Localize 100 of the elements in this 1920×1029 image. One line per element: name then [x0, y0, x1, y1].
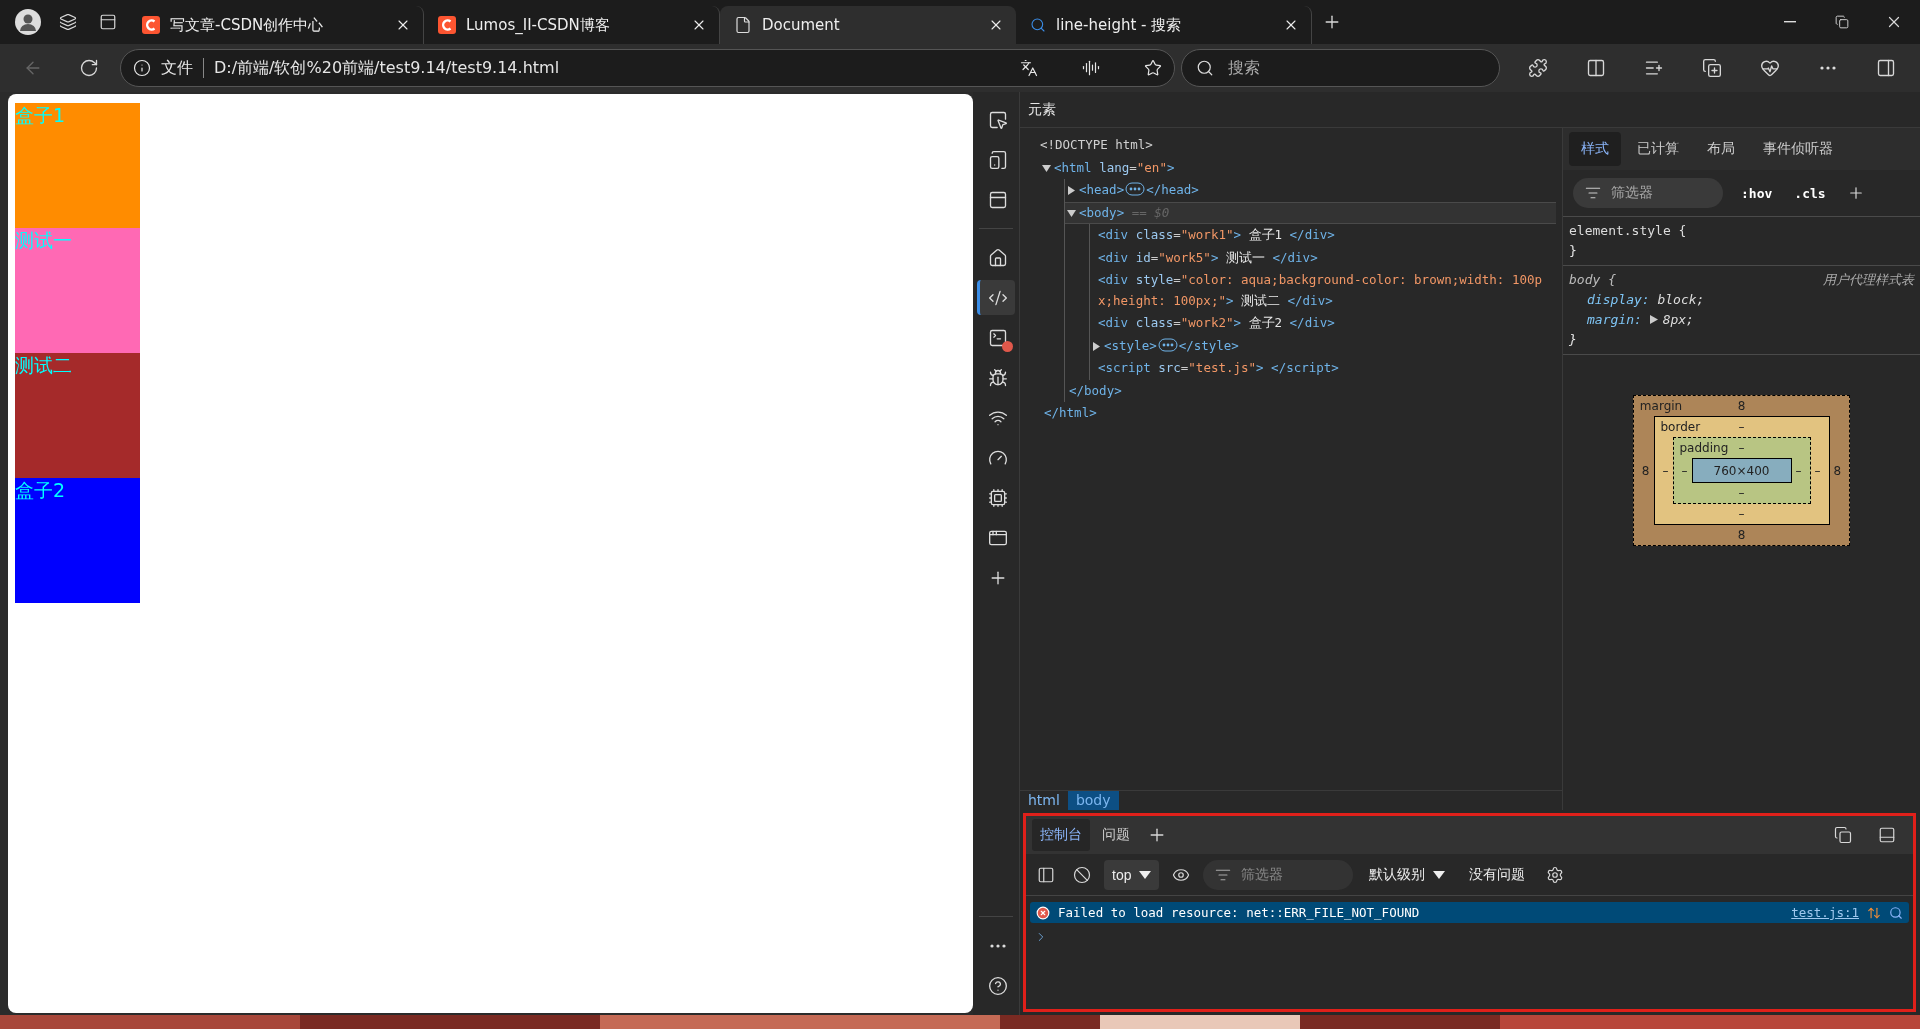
dom-closing-tag[interactable]: </body>	[1065, 379, 1556, 402]
copy-icon	[1834, 826, 1852, 844]
rule-origin: 用户代理样式表	[1823, 271, 1914, 289]
dom-node[interactable]: <div class="work2"> 盒子2 </div>	[1090, 312, 1556, 335]
dom-node[interactable]: <div class="work1"> 盒子1 </div>	[1090, 224, 1556, 247]
arrows-icon[interactable]	[1867, 905, 1881, 920]
clear-icon	[1073, 865, 1091, 884]
context-dropdown[interactable]: top	[1104, 859, 1160, 890]
tab-title: Lumos_II-CSDN博客	[466, 15, 611, 35]
box-model-value: 8	[1736, 398, 1747, 414]
inspect-icon	[987, 109, 1008, 130]
panel-title: 元素	[1028, 100, 1056, 119]
home-icon	[987, 247, 1008, 268]
toggle-button[interactable]: :hov	[1737, 185, 1777, 201]
search-field[interactable]: 搜索	[1180, 49, 1500, 87]
css-value: 8px;	[1649, 312, 1694, 327]
expanded-triangle-icon[interactable]	[1067, 208, 1076, 218]
dom-closing-tag[interactable]: </html>	[1040, 402, 1556, 425]
box-model-label: margin	[1638, 399, 1683, 413]
ellipsis-icon[interactable]	[1157, 337, 1178, 352]
minimize-icon	[1784, 21, 1796, 23]
log-level-dropdown[interactable]: 默认级别	[1361, 859, 1454, 890]
source-link[interactable]: test.js:1	[1791, 905, 1859, 920]
box-model-value: 8	[1640, 462, 1651, 479]
star-icon[interactable]	[1143, 59, 1162, 77]
scheme-label: 文件	[161, 57, 193, 79]
css-value: block;	[1657, 292, 1705, 307]
caret-icon	[1139, 869, 1152, 880]
caret-icon	[1433, 869, 1446, 880]
console-filter-field[interactable]: 筛选器	[1203, 859, 1354, 890]
box-label: 盒子1	[15, 104, 66, 126]
panel-icon	[987, 189, 1008, 210]
panel-bottom-icon	[1878, 826, 1896, 844]
collapsed-triangle-icon[interactable]	[1092, 341, 1101, 351]
box-model-value: 8	[1736, 527, 1747, 543]
box-model-value: –	[1737, 440, 1746, 456]
info-icon	[133, 59, 151, 77]
document-icon	[734, 16, 752, 34]
more-icon	[989, 943, 1006, 948]
dom-node[interactable]: <div style="color: aqua;background-color: brown;width: 100px;height: 100px;"> 测试二 </div>	[1090, 269, 1556, 312]
address-bar[interactable]: 文件 D:/前端/软创%20前端/test9.14/test9.14.html	[120, 49, 1175, 87]
tool-button[interactable]	[977, 280, 1015, 315]
chip-icon	[987, 487, 1008, 508]
box-model-value: –	[1737, 485, 1746, 501]
box-label: 测试二	[15, 354, 72, 376]
content-box: 760×400	[1691, 458, 1792, 483]
styles-tab[interactable]: 布局	[1695, 132, 1747, 166]
css-selector: element.style {	[1569, 222, 1687, 240]
sidebar-icon	[1876, 58, 1896, 78]
console-tab[interactable]: 控制台	[1032, 819, 1090, 851]
box-model-value: 8	[1832, 462, 1843, 479]
translate-icon[interactable]	[1019, 59, 1038, 77]
issues-button[interactable]: 没有问题	[1461, 859, 1534, 890]
tab-title: Document	[762, 16, 841, 34]
bug-icon	[987, 367, 1008, 388]
box-model-value: –	[1661, 462, 1670, 479]
search-icon	[1195, 59, 1214, 77]
puzzle-icon	[1528, 58, 1548, 78]
breadcrumb[interactable]: body	[1067, 791, 1119, 810]
console-tab[interactable]: 问题	[1094, 819, 1138, 851]
dom-node[interactable]: <style> </style>	[1090, 334, 1556, 357]
collapsed-triangle-icon[interactable]	[1067, 186, 1076, 195]
heart-pulse-icon	[1760, 58, 1780, 78]
box-model-value: –	[1813, 462, 1822, 479]
dom-node[interactable]: <html lang="en">	[1040, 156, 1556, 179]
restore-icon	[1835, 15, 1849, 29]
box-model-value: –	[1737, 506, 1746, 522]
dom-node[interactable]: <script src="test.js"> </script>	[1090, 357, 1556, 380]
box-model-value: –	[1737, 419, 1746, 435]
styles-tab[interactable]: 样式	[1569, 132, 1621, 166]
collections-icon	[1702, 58, 1722, 78]
message-text: Failed to load resource: net::ERR_FILE_NOT_FOUND	[1058, 905, 1421, 920]
styles-tab[interactable]: 事件侦听器	[1751, 132, 1845, 166]
filter-placeholder: 筛选器	[1611, 184, 1653, 202]
browser-tab[interactable]: Document	[720, 6, 1016, 44]
sound-wave-icon[interactable]	[1081, 59, 1100, 77]
search-icon[interactable]	[1889, 905, 1903, 920]
terminal-icon	[987, 327, 1008, 348]
box-model-label: padding	[1678, 441, 1729, 455]
styles-tab[interactable]: 已计算	[1625, 132, 1691, 166]
dom-node[interactable]: <!DOCTYPE html>	[1040, 134, 1556, 157]
split-screen-icon	[1586, 58, 1606, 78]
closing-brace: }	[1569, 331, 1577, 349]
expanded-triangle-icon[interactable]	[1042, 163, 1051, 173]
dom-node[interactable]: <head> </head>	[1065, 179, 1556, 202]
box-model-label: border	[1659, 420, 1701, 434]
site-logo-icon	[142, 16, 160, 34]
ellipsis-icon[interactable]	[1125, 182, 1146, 196]
search-icon	[1030, 17, 1046, 33]
error-icon	[1036, 905, 1050, 920]
search-placeholder: 搜索	[1227, 57, 1260, 79]
filter-field[interactable]: 筛选器	[1573, 178, 1723, 208]
settings-icon	[1546, 865, 1565, 884]
dom-node[interactable]: <div id="work5"> 测试一 </div>	[1090, 246, 1556, 269]
box-model-value: –	[1794, 462, 1803, 479]
tab-title: 写文章-CSDN创作中心	[170, 15, 325, 35]
breadcrumb[interactable]: html	[1020, 791, 1068, 810]
css-property: display:	[1587, 292, 1650, 307]
devices-icon	[987, 149, 1008, 170]
toggle-button[interactable]: .cls	[1790, 185, 1830, 201]
